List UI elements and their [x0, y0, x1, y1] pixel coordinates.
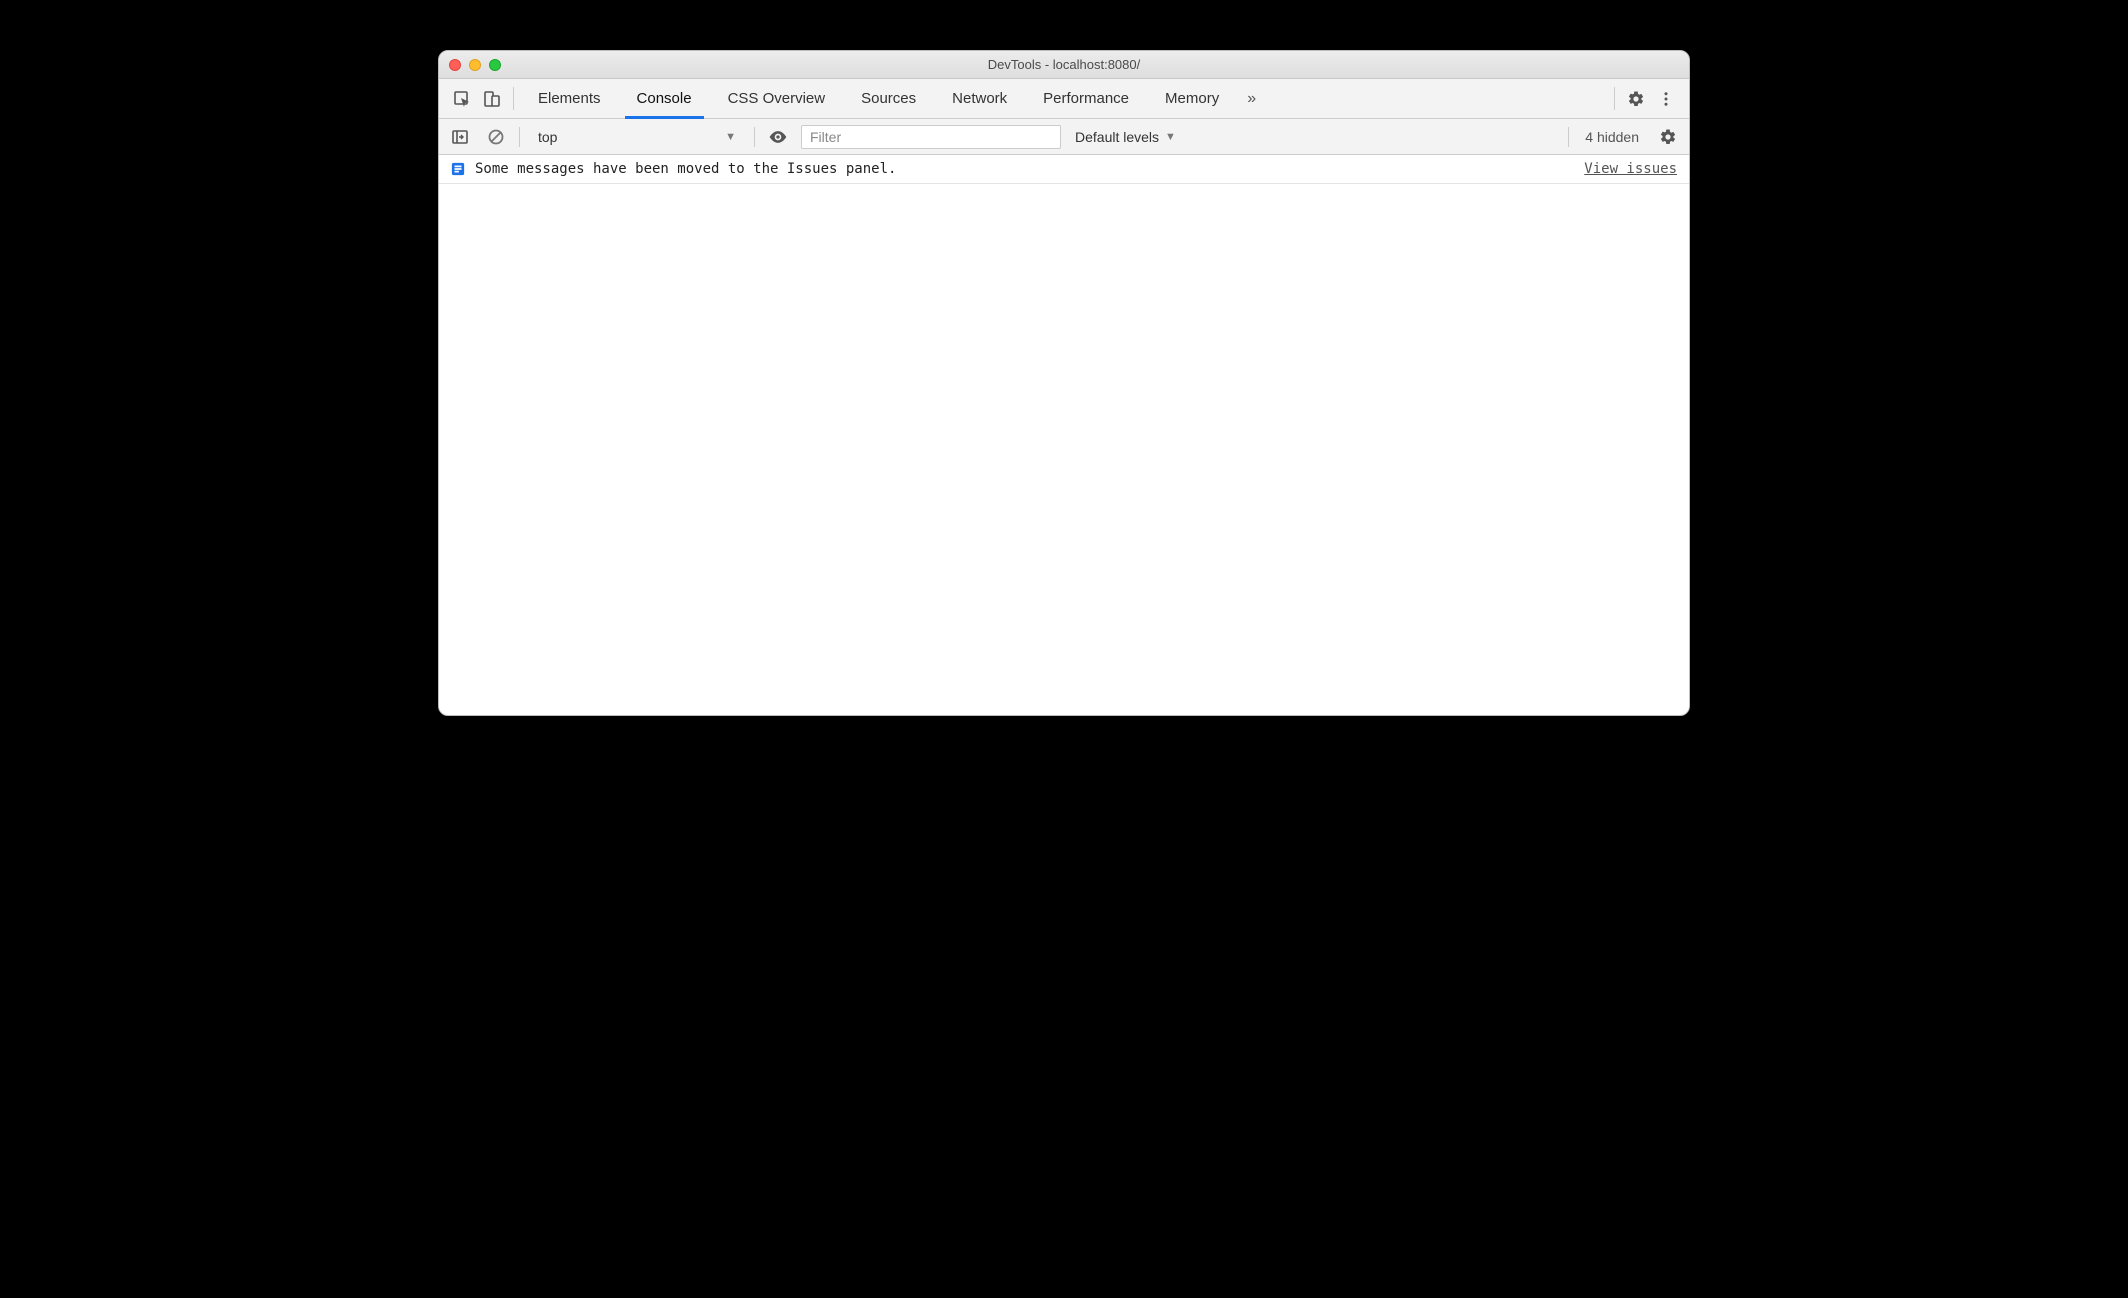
filter-input[interactable]	[801, 125, 1061, 149]
inspect-element-icon[interactable]	[447, 79, 477, 118]
toggle-console-sidebar-icon[interactable]	[447, 124, 473, 150]
tab-label: Sources	[861, 90, 916, 107]
panel-tabs: Elements Console CSS Overview Sources Ne…	[520, 79, 1266, 118]
console-toolbar: top ▼ Default levels ▼ 4 hidden	[439, 119, 1689, 155]
console-messages: Some messages have been moved to the Iss…	[439, 155, 1689, 715]
issues-notice-text: Some messages have been moved to the Iss…	[475, 161, 1574, 177]
tab-css-overview[interactable]: CSS Overview	[710, 79, 844, 118]
titlebar: DevTools - localhost:8080/	[439, 51, 1689, 79]
tab-network[interactable]: Network	[934, 79, 1025, 118]
divider	[513, 87, 514, 110]
devtools-window: DevTools - localhost:8080/ Elements Cons…	[438, 50, 1690, 716]
traffic-lights	[449, 59, 501, 71]
tab-label: Memory	[1165, 90, 1219, 107]
tab-label: CSS Overview	[728, 90, 826, 107]
divider	[519, 127, 520, 147]
live-expression-icon[interactable]	[765, 124, 791, 150]
clear-console-icon[interactable]	[483, 124, 509, 150]
tab-label: Console	[637, 90, 692, 107]
context-label: top	[538, 129, 557, 145]
zoom-window-button[interactable]	[489, 59, 501, 71]
divider	[1568, 127, 1569, 147]
settings-button[interactable]	[1621, 79, 1651, 118]
chevron-down-icon: ▼	[1165, 131, 1176, 143]
tab-label: Elements	[538, 90, 601, 107]
tab-memory[interactable]: Memory	[1147, 79, 1237, 118]
tab-console[interactable]: Console	[619, 79, 710, 118]
more-options-button[interactable]	[1651, 79, 1681, 118]
hidden-messages-count[interactable]: 4 hidden	[1579, 129, 1645, 145]
chevron-double-right-icon: »	[1247, 90, 1256, 108]
log-levels-select[interactable]: Default levels ▼	[1071, 129, 1180, 145]
close-window-button[interactable]	[449, 59, 461, 71]
chevron-down-icon: ▼	[725, 131, 736, 143]
tab-label: Performance	[1043, 90, 1129, 107]
tab-sources[interactable]: Sources	[843, 79, 934, 118]
tab-performance[interactable]: Performance	[1025, 79, 1147, 118]
divider	[1614, 87, 1615, 110]
tab-label: Network	[952, 90, 1007, 107]
toggle-device-toolbar-icon[interactable]	[477, 79, 507, 118]
minimize-window-button[interactable]	[469, 59, 481, 71]
tab-elements[interactable]: Elements	[520, 79, 619, 118]
divider	[754, 127, 755, 147]
execution-context-select[interactable]: top ▼	[530, 124, 744, 150]
issues-icon	[451, 162, 465, 176]
console-settings-icon[interactable]	[1655, 124, 1681, 150]
window-title: DevTools - localhost:8080/	[439, 57, 1689, 72]
more-tabs-button[interactable]: »	[1237, 79, 1266, 118]
issues-notice-row: Some messages have been moved to the Iss…	[439, 155, 1689, 184]
view-issues-link[interactable]: View issues	[1584, 161, 1677, 177]
main-tabbar: Elements Console CSS Overview Sources Ne…	[439, 79, 1689, 119]
levels-label: Default levels	[1075, 129, 1159, 145]
